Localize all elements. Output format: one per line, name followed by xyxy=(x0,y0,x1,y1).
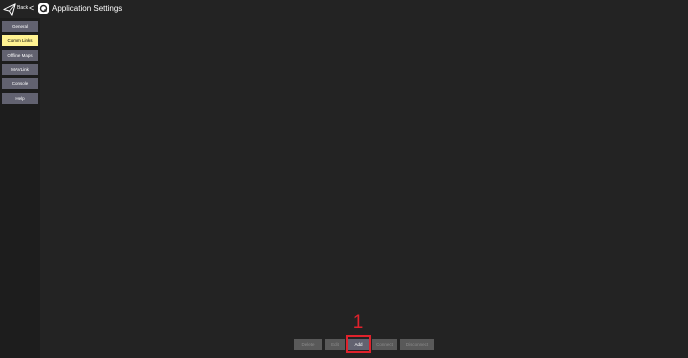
sidebar-item-comm-links[interactable]: Comm Links xyxy=(2,35,38,46)
paper-plane-icon[interactable] xyxy=(3,3,16,16)
connect-button[interactable]: Connect xyxy=(372,339,397,350)
delete-button[interactable]: Delete xyxy=(294,339,322,350)
page-title: Application Settings xyxy=(52,4,123,13)
edit-button[interactable]: Edit xyxy=(325,339,345,350)
back-label[interactable]: Back xyxy=(17,5,28,11)
sidebar-item-help[interactable]: Help xyxy=(2,93,38,104)
annotation-step-number: 1 xyxy=(352,312,364,333)
header-bar: Back < Application Settings xyxy=(0,0,688,18)
app-logo-icon xyxy=(38,3,49,14)
sidebar-item-general[interactable]: General xyxy=(2,21,38,32)
disconnect-button[interactable]: Disconnect xyxy=(400,339,434,350)
app-window: Back < Application Settings General Comm… xyxy=(0,0,688,358)
sidebar-item-mavlink[interactable]: MAVLink xyxy=(2,64,38,75)
sidebar-item-console[interactable]: Console xyxy=(2,78,38,89)
add-button[interactable]: Add xyxy=(348,339,369,350)
comm-links-list xyxy=(40,18,688,333)
settings-sidebar: General Comm Links Offline Maps MAVLink … xyxy=(0,18,40,358)
sidebar-item-offline-maps[interactable]: Offline Maps xyxy=(2,50,38,61)
chevron-left-icon[interactable]: < xyxy=(29,3,34,13)
